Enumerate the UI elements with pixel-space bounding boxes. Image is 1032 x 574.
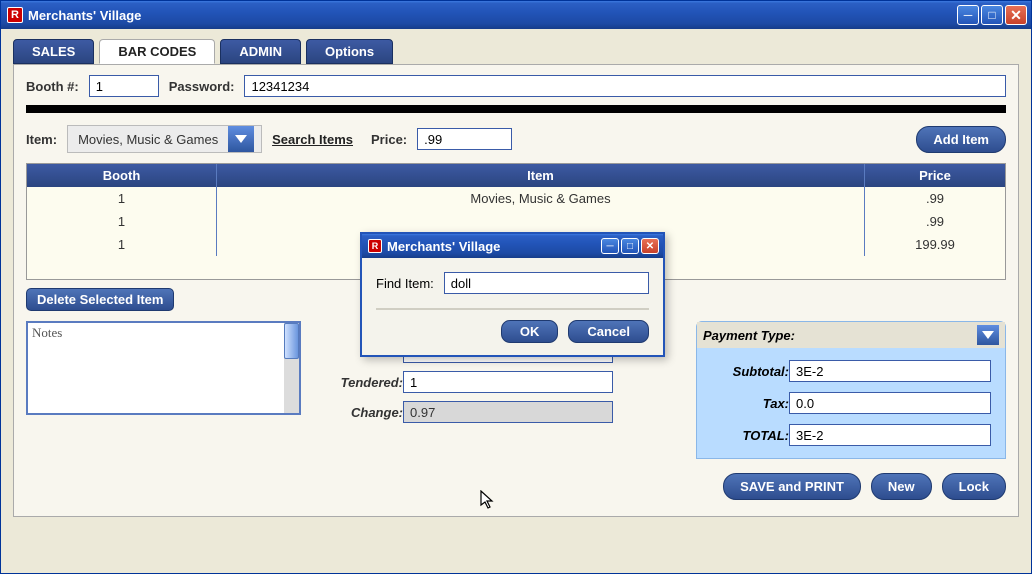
item-dropdown-value: Movies, Music & Games [68, 132, 228, 147]
find-item-label: Find Item: [376, 276, 434, 291]
app-icon: R [368, 239, 382, 253]
window-minimize-button[interactable]: ─ [957, 5, 979, 25]
password-label: Password: [169, 79, 235, 94]
notes-box: Notes [26, 321, 301, 415]
notes-scrollbar-thumb[interactable] [284, 323, 299, 359]
dialog-titlebar: R Merchants' Village ─ □ ✕ [362, 234, 663, 258]
save-print-button[interactable]: SAVE and PRINT [723, 473, 861, 500]
subtotal-label: Subtotal: [711, 364, 789, 379]
item-dropdown[interactable]: Movies, Music & Games [67, 125, 262, 153]
chevron-down-icon [235, 135, 247, 143]
dialog-title: Merchants' Village [387, 239, 500, 254]
price-label: Price: [371, 132, 407, 147]
tax-label: Tax: [711, 396, 789, 411]
tab-options[interactable]: Options [306, 39, 393, 64]
dialog-minimize-button[interactable]: ─ [601, 238, 619, 254]
notes-textarea[interactable]: Notes [28, 323, 288, 413]
tab-barcodes[interactable]: BAR CODES [99, 39, 215, 64]
item-dropdown-arrow[interactable] [228, 126, 254, 152]
dialog-close-button[interactable]: ✕ [641, 238, 659, 254]
separator-bar [26, 105, 1006, 113]
find-item-input[interactable] [444, 272, 649, 294]
table-row[interactable]: 1 Movies, Music & Games .99 [27, 187, 1005, 210]
password-input[interactable] [244, 75, 1006, 97]
delete-selected-button[interactable]: Delete Selected Item [26, 288, 174, 311]
th-booth: Booth [27, 164, 217, 187]
window-title: Merchants' Village [28, 8, 141, 23]
tab-sales[interactable]: SALES [13, 39, 94, 64]
item-label: Item: [26, 132, 57, 147]
tendered-input[interactable] [403, 371, 613, 393]
add-item-button[interactable]: Add Item [916, 126, 1006, 153]
subtotal-output [789, 360, 991, 382]
lock-button[interactable]: Lock [942, 473, 1006, 500]
app-icon: R [7, 7, 23, 23]
change-output [403, 401, 613, 423]
new-button[interactable]: New [871, 473, 932, 500]
payment-type-dropdown[interactable] [977, 325, 999, 345]
booth-label: Booth #: [26, 79, 79, 94]
find-item-dialog: R Merchants' Village ─ □ ✕ Find Item: OK… [360, 232, 665, 357]
chevron-down-icon [982, 331, 994, 339]
dialog-ok-button[interactable]: OK [501, 320, 559, 343]
th-price: Price [865, 164, 1005, 187]
main-titlebar: R Merchants' Village ─ □ ✕ [1, 1, 1031, 29]
window-close-button[interactable]: ✕ [1005, 5, 1027, 25]
window-maximize-button[interactable]: □ [981, 5, 1003, 25]
tab-admin[interactable]: ADMIN [220, 39, 301, 64]
payment-pane: Payment Type: Subtotal: Tax: TOTAL: [696, 321, 1006, 459]
table-row[interactable]: 1 .99 [27, 210, 1005, 233]
booth-input[interactable] [89, 75, 159, 97]
price-input[interactable] [417, 128, 512, 150]
tax-output [789, 392, 991, 414]
dialog-maximize-button[interactable]: □ [621, 238, 639, 254]
payment-type-label: Payment Type: [703, 328, 795, 343]
change-label: Change: [319, 405, 403, 420]
th-item: Item [217, 164, 865, 187]
tendered-label: Tendered: [319, 375, 403, 390]
main-tabs: SALES BAR CODES ADMIN Options [13, 39, 1019, 64]
total-output [789, 424, 991, 446]
search-items-link[interactable]: Search Items [272, 132, 353, 147]
dialog-cancel-button[interactable]: Cancel [568, 320, 649, 343]
total-label: TOTAL: [711, 428, 789, 443]
